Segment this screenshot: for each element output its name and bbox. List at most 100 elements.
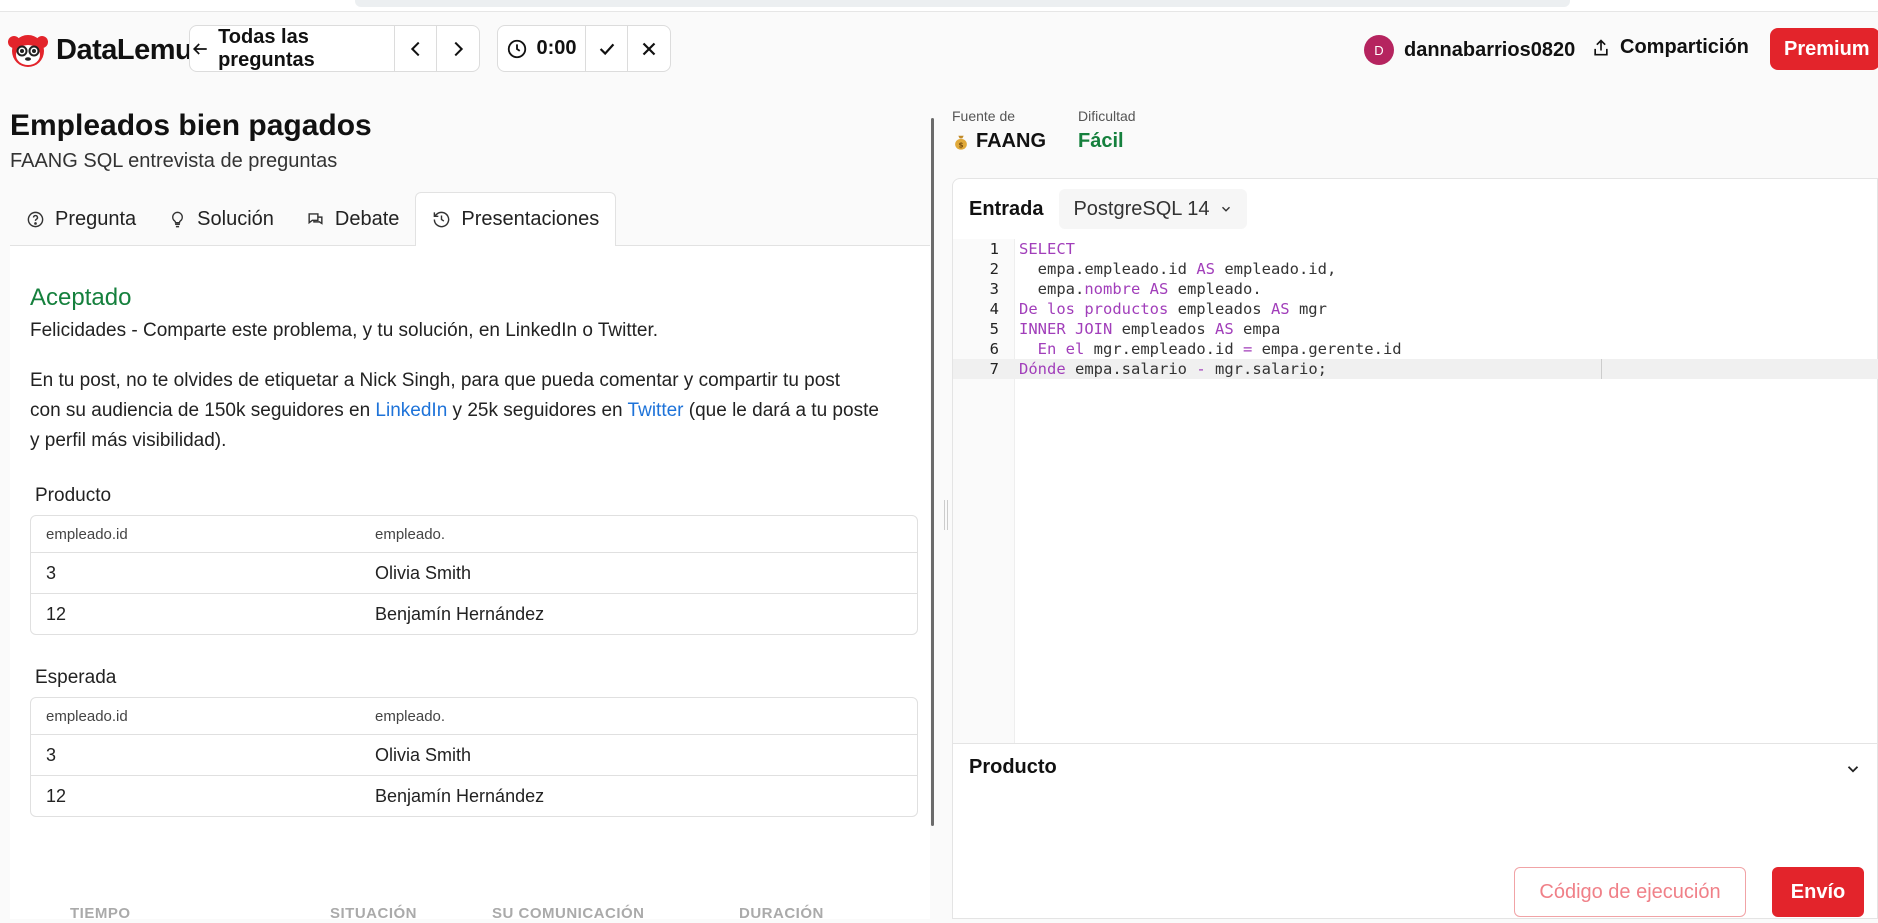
tab-question-label: Pregunta bbox=[55, 207, 137, 230]
submission-content: Aceptado Felicidades - Comparte este pro… bbox=[10, 246, 930, 919]
brand-name: DataLemur bbox=[56, 33, 204, 66]
table-header-row: empleado.id empleado. bbox=[31, 698, 917, 734]
post-tip-line-2b: y 25k seguidores en bbox=[447, 400, 628, 421]
code-line: 4 De los productos empleados AS mgr bbox=[953, 299, 1878, 319]
tab-submissions-label: Presentaciones bbox=[461, 208, 600, 230]
chevron-right-icon bbox=[454, 41, 464, 56]
tab-question[interactable]: Pregunta bbox=[10, 192, 152, 246]
username: dannabarrios0820 bbox=[1404, 38, 1576, 61]
code-text: En el mgr.empleado.id = empa.gerente.id bbox=[1037, 340, 1402, 358]
problem-tabs: Pregunta Solución Debate Presentaciones bbox=[10, 192, 930, 247]
page-subtitle: FAANG SQL entrevista de preguntas bbox=[10, 150, 338, 172]
share-button[interactable]: Compartición bbox=[1591, 36, 1749, 59]
difficulty-label: Dificultad bbox=[1078, 108, 1136, 124]
line-number: 1 bbox=[989, 240, 999, 258]
line-number: 4 bbox=[989, 300, 999, 318]
history-column-header: SITUACIÓN bbox=[330, 905, 417, 919]
tab-solution[interactable]: Solución bbox=[152, 192, 290, 246]
question-nav-group: Todas las preguntas bbox=[189, 25, 480, 72]
check-icon bbox=[599, 43, 614, 55]
submit-button[interactable]: Envío bbox=[1772, 867, 1864, 917]
share-label: Compartición bbox=[1620, 36, 1749, 58]
text-cursor bbox=[1601, 359, 1602, 379]
language-value: PostgreSQL 14 bbox=[1073, 197, 1210, 220]
submission-history: TIEMPO SITUACIÓN SU COMUNICACIÓN DURACIÓ… bbox=[30, 886, 918, 919]
code-text: empa.nombre AS empleado. bbox=[1019, 280, 1262, 298]
history-icon bbox=[434, 211, 450, 228]
status-accepted: Aceptado bbox=[30, 284, 132, 311]
timer-group: 0:00 bbox=[497, 25, 671, 72]
panel-scrollbar[interactable] bbox=[931, 118, 934, 826]
table-cell: 3 bbox=[46, 562, 57, 583]
line-number: 2 bbox=[989, 260, 999, 278]
twitter-link[interactable]: Twitter bbox=[628, 400, 684, 421]
line-number: 5 bbox=[989, 320, 999, 338]
table-cell: Olivia Smith bbox=[375, 744, 472, 765]
next-question-button[interactable] bbox=[437, 26, 479, 71]
output-panel-title: Producto bbox=[969, 756, 1057, 778]
history-column-header: DURACIÓN bbox=[739, 905, 824, 919]
run-code-button[interactable]: Código de ejecución bbox=[1514, 867, 1746, 917]
all-questions-label: Todas las preguntas bbox=[218, 25, 315, 71]
history-column-header: TIEMPO bbox=[70, 905, 131, 919]
code-text: empa.empleado.id AS empleado.id, bbox=[1019, 260, 1337, 278]
history-column-header: SU COMUNICACIÓN bbox=[492, 905, 645, 919]
linkedin-link[interactable]: LinkedIn bbox=[375, 400, 447, 421]
timer-reset-button[interactable] bbox=[628, 26, 670, 71]
question-circle-icon bbox=[27, 211, 44, 227]
line-number: 6 bbox=[989, 340, 999, 358]
line-number: 3 bbox=[989, 280, 999, 298]
timer-display[interactable]: 0:00 bbox=[498, 26, 586, 71]
input-label: Entrada bbox=[969, 197, 1044, 220]
code-text: SELECT bbox=[1019, 240, 1075, 258]
code-line: 3 empa.nombre AS empleado. bbox=[953, 279, 1878, 299]
source-value-text: FAANG bbox=[976, 130, 1046, 152]
close-icon bbox=[642, 42, 656, 55]
browser-top-strip bbox=[0, 0, 1878, 12]
clock-icon bbox=[508, 39, 527, 58]
table-cell: Benjamín Hernández bbox=[375, 785, 545, 806]
table-row: 12 Benjamín Hernández bbox=[31, 593, 917, 634]
code-line: 6 En el mgr.empleado.id = empa.gerente.i… bbox=[953, 339, 1878, 359]
chevron-left-icon bbox=[410, 41, 420, 56]
code-text: INNER JOIN empleados AS empa bbox=[1019, 320, 1281, 338]
code-area[interactable]: 1 SELECT 2 empa.empleado.id AS empleado.i… bbox=[953, 239, 1878, 744]
user-menu[interactable]: D dannabarrios0820 bbox=[1364, 35, 1575, 65]
lemur-logo-icon bbox=[8, 35, 48, 67]
code-line: 2 empa.empleado.id AS empleado.id, bbox=[953, 259, 1878, 279]
chevron-down-icon[interactable] bbox=[1844, 760, 1862, 778]
code-editor: Entrada PostgreSQL 14 1 SELECT 2 empa.emp… bbox=[952, 178, 1878, 919]
table-row: 12 Benjamín Hernández bbox=[31, 775, 917, 816]
column-header: empleado. bbox=[375, 525, 446, 543]
column-header: empleado.id bbox=[46, 707, 128, 725]
top-header: DataLemur Todas las preguntas 0:00 D dan… bbox=[0, 12, 1878, 86]
code-line: 1 SELECT bbox=[953, 239, 1878, 259]
language-select[interactable]: PostgreSQL 14 bbox=[1059, 189, 1248, 229]
code-line-current: 7 Dónde empa.salario - mgr.salario; bbox=[953, 359, 1878, 379]
post-tip-text: En tu post, no te olvides de etiquetar a… bbox=[30, 366, 930, 456]
post-tip-line-1: En tu post, no te olvides de etiquetar a… bbox=[30, 370, 841, 391]
chevron-down-icon bbox=[1222, 206, 1231, 212]
problem-panel: Empleados bien pagados FAANG SQL entrevi… bbox=[0, 86, 930, 919]
line-number: 7 bbox=[989, 360, 999, 378]
tab-submissions[interactable]: Presentaciones bbox=[415, 192, 617, 247]
resize-handle[interactable] bbox=[944, 500, 948, 530]
lightbulb-icon bbox=[172, 211, 184, 227]
chat-icon bbox=[308, 212, 323, 225]
money-bag-icon: $ bbox=[955, 135, 967, 150]
timer-confirm-button[interactable] bbox=[586, 26, 628, 71]
tab-solution-label: Solución bbox=[197, 207, 274, 230]
table-row: 3 Olivia Smith bbox=[31, 734, 917, 775]
brand-logo[interactable]: DataLemur bbox=[8, 30, 204, 70]
svg-text:$: $ bbox=[958, 140, 963, 149]
difficulty-value: Fácil bbox=[1078, 130, 1124, 152]
tab-discussion[interactable]: Debate bbox=[290, 192, 416, 246]
tab-discussion-label: Debate bbox=[334, 207, 400, 230]
editor-panel: Fuente de $ FAANG Dificultad Fácil Entra… bbox=[952, 86, 1878, 919]
prev-question-button[interactable] bbox=[395, 26, 438, 71]
all-questions-button[interactable]: Todas las preguntas bbox=[190, 25, 396, 71]
table-cell: Olivia Smith bbox=[375, 562, 472, 583]
premium-button[interactable]: Premium bbox=[1770, 28, 1878, 70]
top-scrollbar[interactable] bbox=[355, 0, 1570, 7]
avatar: D bbox=[1364, 35, 1394, 65]
